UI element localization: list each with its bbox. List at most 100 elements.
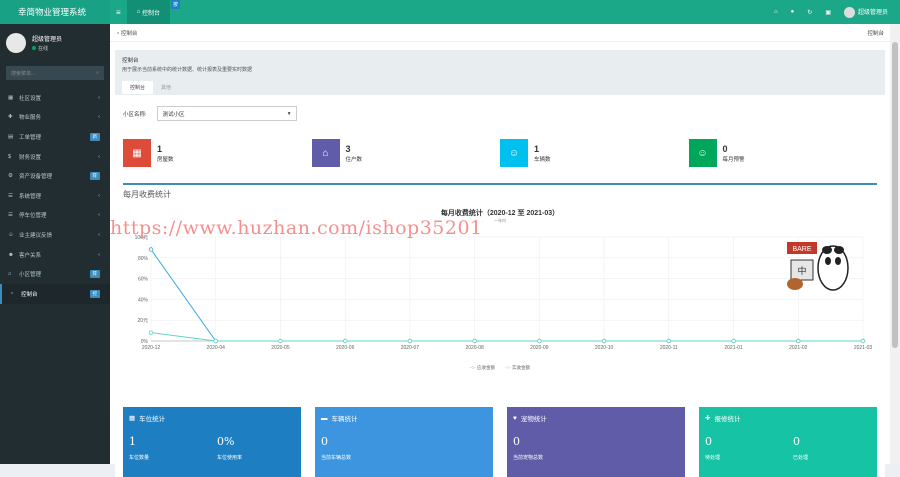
refresh-icon[interactable]: ↻ [807, 9, 812, 16]
community-value: 测试小区 [162, 111, 185, 118]
sidebar-item-label: 财务设置 [19, 154, 42, 161]
heart-icon: ♥ [513, 414, 517, 422]
y-tick-label: 20元 [137, 318, 148, 324]
data-point [666, 338, 672, 344]
card-value: 0% [217, 435, 235, 448]
chart-section: 每月收费统计 每月收费统计（2020-12 至 2021-03） 一年内 0% 2… [123, 183, 877, 399]
stat-cards: ▦ 车位统计 1 车位数量 0% 车位使用率 ▬ 车辆统计 0 当前车辆总数 ♥ 宠物统计 0 当前宠物总… [123, 407, 877, 477]
sidebar-item-4[interactable]: ⚙ 资产设备管理 荐 [0, 166, 110, 186]
sidebar-menu: ▦ 社区设置 ‹ ✚ 物业服务 ‹ ▤ 工单管理新 $ 财务设置 ‹ ⚙ 资产设备管理荐 ☰ 系统管理 ‹ ☰ 停… [0, 88, 110, 304]
sidebar-item-3[interactable]: $ 财务设置 ‹ [0, 147, 110, 167]
avatar [6, 33, 26, 53]
card-label: 车位使用率 [217, 455, 243, 461]
list-icon: ☰ [8, 192, 13, 199]
chevron-left-icon: ‹ [98, 114, 100, 121]
scrollbar-thumb[interactable] [892, 42, 898, 348]
x-tick-label: 2020-11 [660, 345, 678, 351]
panel-title: 控制台 [122, 58, 139, 64]
stat-value: 1 [157, 143, 163, 154]
sidebar-search[interactable]: 搜索菜单... ⌕ [6, 66, 104, 80]
card-label: 待处理 [705, 455, 721, 461]
breadcrumb-current[interactable]: ◔ 控制台 [116, 29, 137, 37]
avatar [843, 6, 855, 18]
community-label: 小区名称: [123, 111, 147, 118]
sidebar-item-6[interactable]: ☰ 停车位管理 ‹ [0, 206, 110, 226]
tab-label: 控制台 [141, 10, 160, 17]
data-point [213, 338, 218, 344]
stat-box: ⌂ 3 住户数 [311, 138, 501, 168]
menu-badge: 新 [89, 132, 100, 141]
community-select-row: 小区名称: 测试小区 ▾ [123, 106, 877, 121]
data-point [601, 338, 607, 344]
stat-box: ▦ 1 房屋数 [123, 138, 312, 168]
sidebar-item-9[interactable]: ⌂ 小区管理 荐 [0, 264, 110, 284]
sidebar-item-5[interactable]: ☰ 系统管理 ‹ [0, 186, 110, 206]
sidebar-username: 超级管理员 [32, 37, 63, 43]
data-point [342, 338, 348, 344]
chevron-left-icon: ‹ [98, 94, 100, 101]
x-tick-label: 2020-09 [530, 345, 549, 351]
sidebar-item-8[interactable]: ☻ 客户关系 ‹ [0, 245, 110, 265]
stat-value: 0 [722, 143, 728, 154]
topbar: 幸简物业管理系统 ≡ ⌂ 控制台 按 ⌂ ● ↻ ▣ 超级管理员 [0, 0, 900, 24]
menu-badge: 控 [89, 289, 100, 298]
user-icon: ☺ [688, 139, 717, 167]
chevron-down-icon: ▾ [287, 110, 291, 117]
search-input[interactable]: 搜索菜单... [11, 70, 35, 77]
series-line [150, 332, 863, 342]
sidebar-item-1[interactable]: ✚ 物业服务 ‹ [0, 108, 110, 128]
tab-other[interactable]: 其他 [153, 81, 179, 94]
car-icon: ▬ [321, 414, 328, 422]
sidebar-item-10[interactable]: ◔ 控制台 控 [0, 283, 110, 304]
dashboard-body: 小区名称: 测试小区 ▾ ▦ 1 房屋数 ⌂ 3 住户数 ☺ 1 车辆数 ☺ 0 每月预警 每月收费统… [115, 106, 885, 477]
card-title: 宠物统计 [520, 416, 547, 423]
x-tick-label: 2020-10 [595, 345, 614, 351]
breadcrumb-right: 控制台 [867, 30, 884, 37]
brand-title[interactable]: 幸简物业管理系统 [0, 0, 110, 24]
user-menu[interactable]: 超级管理员 [843, 6, 888, 18]
sidebar-item-7[interactable]: ☺ 业主建议反馈 ‹ [0, 225, 110, 245]
users-icon: ☻ [8, 251, 14, 258]
menu-toggle-icon[interactable]: ≡ [110, 0, 127, 24]
fullscreen-icon[interactable]: ▣ [825, 9, 831, 16]
user-icon: ☺ [500, 139, 528, 167]
wrench-icon: ✚ [705, 415, 711, 422]
card-title: 报修统计 [714, 416, 741, 423]
sidebar-item-0[interactable]: ▦ 社区设置 ‹ [0, 88, 110, 108]
home-icon: ⌂ [8, 271, 12, 278]
stat-box: ☺ 0 每月预警 [688, 138, 878, 168]
scrollbar[interactable] [890, 24, 900, 464]
data-point [731, 338, 736, 344]
chevron-left-icon: ‹ [98, 251, 100, 258]
stat-box: ☺ 1 车辆数 [500, 138, 689, 168]
chart-legend[interactable]: -○- 应收金额 -○- 实收金额 [123, 365, 877, 371]
stat-card: ▬ 车辆统计 0 当前车辆总数 [315, 407, 493, 477]
ticket-icon: ▤ [8, 133, 14, 140]
panda-sticker: BARE 中 [787, 242, 849, 291]
data-point [860, 338, 866, 344]
sidebar-item-2[interactable]: ▤ 工单管理 新 [0, 127, 110, 147]
tab-dashboard[interactable]: ⌂ 控制台 按 [126, 0, 180, 24]
card-value: 0 [513, 435, 520, 448]
x-tick-label: 2021-03 [854, 345, 873, 351]
stat-card: ▦ 车位统计 1 车位数量 0% 车位使用率 [123, 407, 301, 477]
panel-header: 控制台 用于展示当前系统中的统计数据、统计报表及重要实时数据 控制台 其他 [115, 50, 885, 95]
card-value: 0 [705, 435, 712, 448]
film-icon: ▦ [129, 415, 136, 422]
search-icon[interactable]: ⌕ [96, 70, 99, 76]
data-point [148, 247, 154, 252]
sidebar: 超级管理员 在线 搜索菜单... ⌕ ▦ 社区设置 ‹ ✚ 物业服务 ‹ ▤ 工单管理 新 $ 财务… [0, 24, 110, 464]
menu-badge: 荐 [89, 270, 100, 279]
x-tick-label: 2020-07 [401, 345, 420, 351]
tab-console[interactable]: 控制台 [122, 81, 154, 94]
sidebar-item-label: 物业服务 [19, 115, 42, 122]
stats-row: ▦ 1 房屋数 ⌂ 3 住户数 ☺ 1 车辆数 ☺ 0 每月预警 [123, 138, 877, 168]
bell-icon[interactable]: ● [791, 9, 795, 15]
home-icon[interactable]: ⌂ [774, 9, 778, 15]
sidebar-item-label: 控制台 [21, 291, 38, 298]
legend-item[interactable]: -○- 实收金额 [505, 365, 530, 370]
community-select[interactable]: 测试小区 ▾ [156, 106, 297, 121]
user-icon: ☺ [8, 231, 14, 238]
legend-item[interactable]: -○- 应收金额 [470, 365, 495, 370]
dashboard-icon: ◔ [10, 290, 14, 297]
